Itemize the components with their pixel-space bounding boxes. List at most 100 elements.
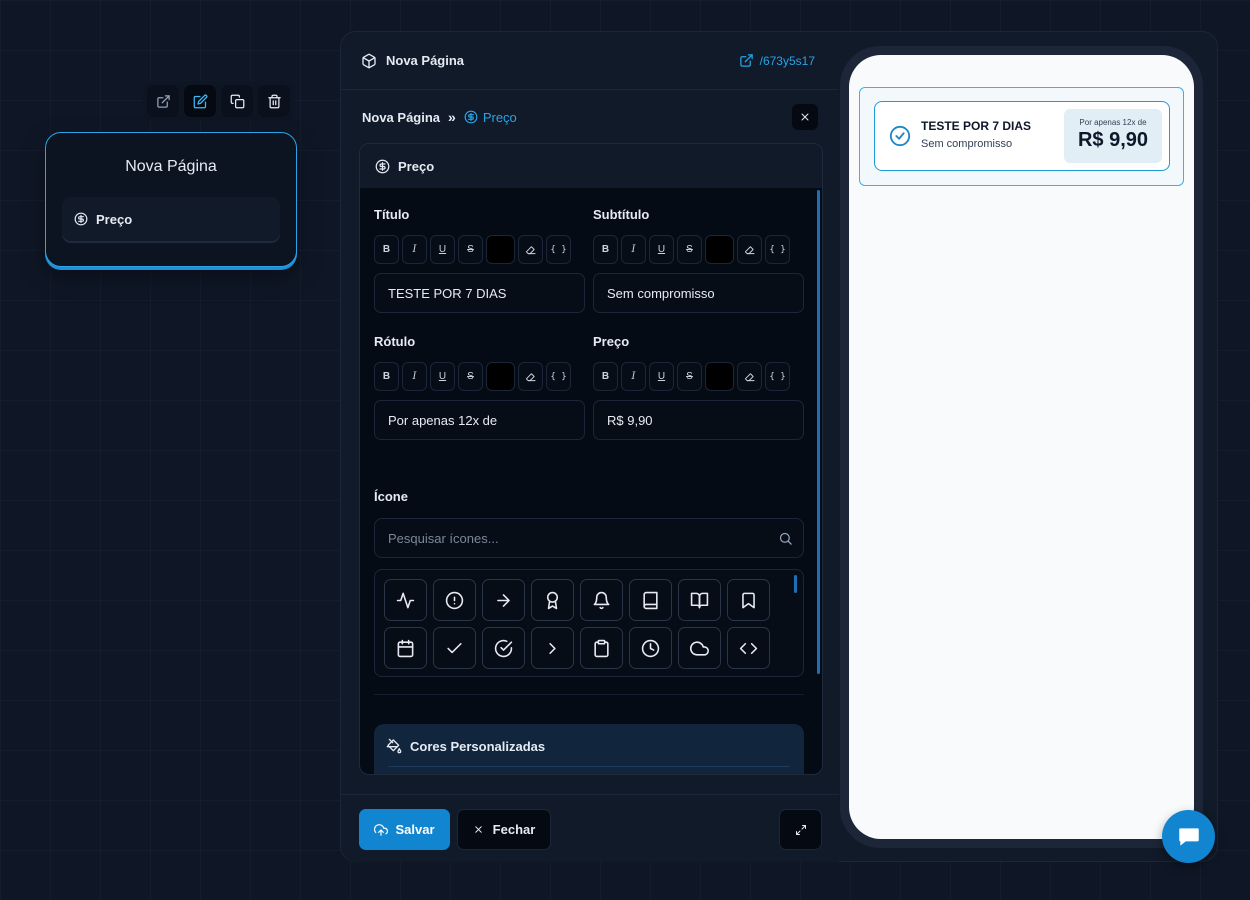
chevron-right-icon[interactable]: [531, 627, 574, 669]
clear-format-button[interactable]: [518, 362, 543, 391]
clock-icon[interactable]: [629, 627, 672, 669]
underline-button[interactable]: U: [649, 235, 674, 264]
search-icon: [778, 531, 793, 546]
eraser-icon: [525, 244, 536, 255]
node-title: Nova Página: [125, 158, 217, 175]
dollar-circle-icon: [74, 212, 88, 226]
check-icon[interactable]: [433, 627, 476, 669]
field-titulo: Título B I U S { } TESTE POR 7 DIAS: [374, 207, 585, 313]
close-button[interactable]: Fechar: [457, 809, 551, 850]
external-link-icon: [739, 53, 754, 68]
activity-icon[interactable]: [384, 579, 427, 621]
bold-button[interactable]: B: [593, 362, 618, 391]
bold-button[interactable]: B: [374, 235, 399, 264]
variable-button[interactable]: { }: [546, 362, 571, 391]
preco-input[interactable]: R$ 9,90: [593, 400, 804, 440]
field-label: Título: [374, 207, 410, 222]
italic-button[interactable]: I: [621, 362, 646, 391]
custom-colors-section[interactable]: Cores Personalizadas: [374, 724, 804, 774]
award-icon[interactable]: [531, 579, 574, 621]
icon-grid-scrollbar[interactable]: [794, 575, 797, 593]
fullscreen-button[interactable]: [779, 809, 822, 850]
text-color-picker[interactable]: [486, 235, 515, 264]
open-external-button[interactable]: [147, 85, 179, 117]
field-preco: Preço B I U S { } R$ 9,90: [593, 334, 804, 440]
breadcrumb-root[interactable]: Nova Página: [362, 110, 440, 125]
strikethrough-button[interactable]: S: [677, 235, 702, 264]
bold-button[interactable]: B: [593, 235, 618, 264]
strikethrough-button[interactable]: S: [677, 362, 702, 391]
calendar-icon[interactable]: [384, 627, 427, 669]
book-open-icon[interactable]: [678, 579, 721, 621]
format-toolbar: B I U S { }: [374, 362, 585, 391]
alert-circle-icon[interactable]: [433, 579, 476, 621]
save-button[interactable]: Salvar: [359, 809, 450, 850]
breadcrumb-separator: »: [448, 109, 456, 125]
check-circle-icon: [889, 125, 911, 147]
close-label: Fechar: [492, 822, 536, 837]
underline-button[interactable]: U: [649, 362, 674, 391]
icon-search: [374, 518, 804, 558]
cloud-icon[interactable]: [678, 627, 721, 669]
edit-node-button[interactable]: [184, 85, 216, 117]
save-label: Salvar: [395, 822, 435, 837]
italic-button[interactable]: I: [402, 362, 427, 391]
phone-screen: TESTE POR 7 DIAS Sem compromisso Por ape…: [849, 55, 1194, 839]
strikethrough-button[interactable]: S: [458, 362, 483, 391]
trash-icon: [267, 94, 282, 109]
code-icon[interactable]: [727, 627, 770, 669]
edit-icon: [193, 94, 208, 109]
field-label: Subtítulo: [593, 207, 650, 222]
clear-format-button[interactable]: [737, 362, 762, 391]
strikethrough-button[interactable]: S: [458, 235, 483, 264]
scroll-thumb[interactable]: [817, 190, 820, 674]
icon-section-label: Ícone: [374, 489, 408, 504]
clipboard-icon[interactable]: [580, 627, 623, 669]
flow-node-card[interactable]: Nova Página Preço: [45, 132, 297, 267]
text-color-picker[interactable]: [486, 362, 515, 391]
clear-format-button[interactable]: [737, 235, 762, 264]
titulo-input[interactable]: TESTE POR 7 DIAS: [374, 273, 585, 313]
expand-icon: [795, 824, 807, 836]
preview-title: TESTE POR 7 DIAS: [921, 119, 1032, 133]
chat-support-button[interactable]: [1162, 810, 1215, 863]
field-rotulo: Rótulo B I U S { } Por apenas 12x de: [374, 334, 585, 440]
delete-node-button[interactable]: [258, 85, 290, 117]
underline-button[interactable]: U: [430, 235, 455, 264]
node-item-preco[interactable]: Preço: [62, 197, 280, 241]
node-item-label: Preço: [96, 211, 133, 227]
breadcrumb-current: Preço: [464, 110, 517, 125]
variable-button[interactable]: { }: [546, 235, 571, 264]
italic-button[interactable]: I: [402, 235, 427, 264]
price-card[interactable]: TESTE POR 7 DIAS Sem compromisso Por ape…: [874, 101, 1170, 171]
field-label: Rótulo: [374, 334, 416, 349]
bell-icon[interactable]: [580, 579, 623, 621]
section-scrollbar[interactable]: [817, 190, 820, 774]
variable-button[interactable]: { }: [765, 362, 790, 391]
text-color-picker[interactable]: [705, 362, 734, 391]
page-link-label: /673y5s17: [759, 53, 815, 68]
variable-button[interactable]: { }: [765, 235, 790, 264]
duplicate-node-button[interactable]: [221, 85, 253, 117]
page-link[interactable]: /673y5s17: [739, 53, 815, 68]
book-icon[interactable]: [629, 579, 672, 621]
clear-format-button[interactable]: [518, 235, 543, 264]
close-icon: [799, 111, 811, 123]
phone-preview: TESTE POR 7 DIAS Sem compromisso Por ape…: [840, 46, 1203, 848]
icon-search-input[interactable]: [388, 530, 748, 546]
subtitulo-input[interactable]: Sem compromisso: [593, 273, 804, 313]
arrow-right-icon[interactable]: [482, 579, 525, 621]
close-panel-button[interactable]: [792, 104, 818, 130]
breadcrumb-current-label: Preço: [482, 109, 517, 125]
bold-button[interactable]: B: [374, 362, 399, 391]
price-box: Por apenas 12x de R$ 9,90: [1064, 109, 1162, 163]
text-color-picker[interactable]: [705, 235, 734, 264]
chat-icon: [1176, 824, 1202, 850]
preview-price: R$ 9,90: [1077, 129, 1149, 151]
bookmark-icon[interactable]: [727, 579, 770, 621]
check-circle-icon[interactable]: [482, 627, 525, 669]
preview-block[interactable]: TESTE POR 7 DIAS Sem compromisso Por ape…: [859, 87, 1184, 186]
italic-button[interactable]: I: [621, 235, 646, 264]
underline-button[interactable]: U: [430, 362, 455, 391]
rotulo-input[interactable]: Por apenas 12x de: [374, 400, 585, 440]
